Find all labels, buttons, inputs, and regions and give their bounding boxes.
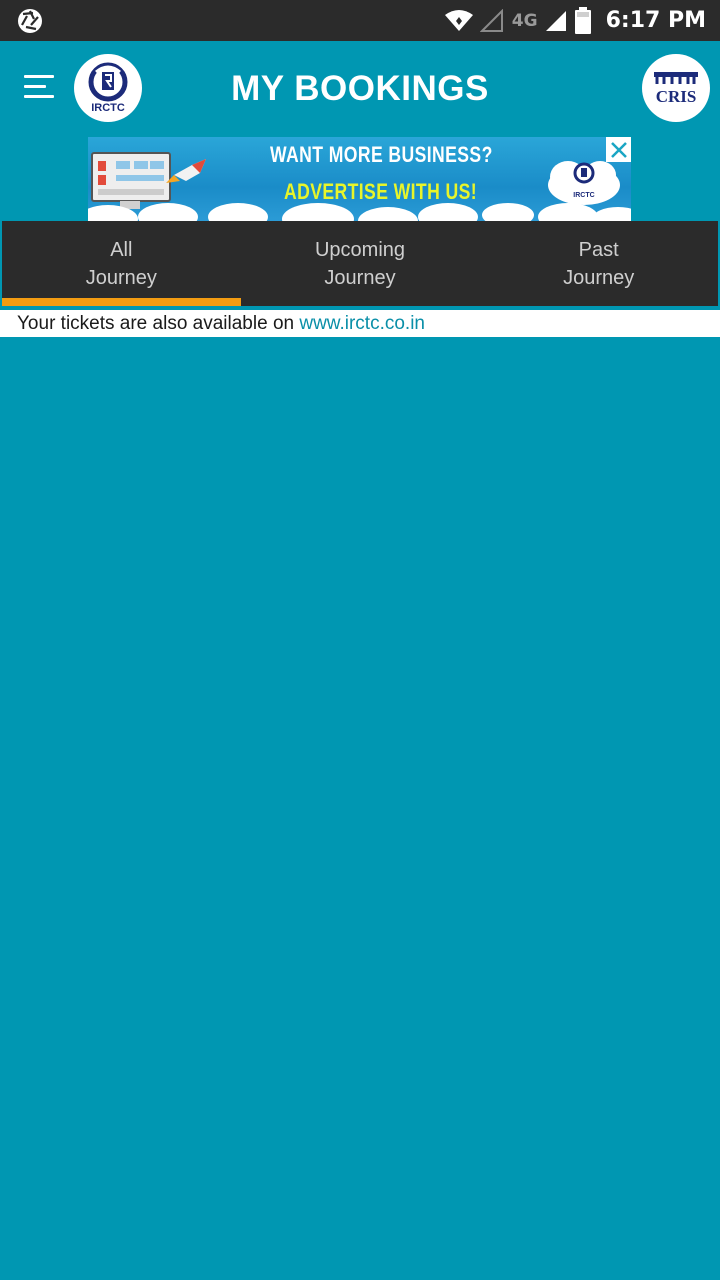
irctc-logo-text: IRCTC (91, 102, 125, 114)
ad-headline: WANT MORE BUSINESS? (270, 142, 493, 167)
cris-logo[interactable]: CRIS (642, 54, 710, 122)
ad-irctc-cloud: IRCTC (548, 161, 620, 205)
ad-close-button[interactable] (606, 137, 631, 162)
page-title: MY BOOKINGS (231, 69, 489, 108)
tab-selected-indicator (2, 298, 241, 306)
close-icon (610, 141, 627, 158)
tab-label-line2: Journey (85, 266, 157, 289)
notice-text: Your tickets are also available on (17, 313, 300, 334)
status-time: 6:17 PM (605, 8, 706, 33)
menu-icon-line (24, 75, 54, 78)
aperture-icon (18, 9, 42, 33)
tab-all-journey[interactable]: All Journey (2, 221, 241, 306)
tab-past-journey[interactable]: Past Journey (479, 221, 718, 306)
tickets-notice: Your tickets are also available on www.i… (0, 310, 720, 337)
tab-label-line1: Past (578, 238, 619, 261)
cris-logo-text: CRIS (656, 87, 697, 106)
ad-logo-text: IRCTC (573, 192, 594, 199)
tab-label-line2: Journey (324, 266, 396, 289)
status-bar: 4G 6:17 PM (0, 0, 720, 41)
irctc-logo[interactable]: IRCTC (74, 54, 142, 122)
ad-banner[interactable]: IRCTC WANT MORE BUSINESS? ADVERTISE WITH… (88, 137, 631, 221)
irctc-website-link[interactable]: www.irctc.co.in (299, 313, 425, 334)
network-type: 4G (511, 10, 538, 31)
signal-icon (544, 9, 568, 33)
tab-label-line1: Upcoming (314, 238, 406, 261)
clouds (88, 203, 631, 221)
tab-label-line2: Journey (563, 266, 635, 289)
menu-button[interactable] (24, 75, 58, 101)
menu-icon-line (24, 95, 54, 98)
tab-label-line1: All (110, 238, 133, 261)
signal-empty-icon (479, 8, 504, 33)
journey-tabs: All Journey Upcoming Journey Past Journe… (2, 221, 718, 306)
bookings-list (0, 337, 720, 1280)
menu-icon-line (24, 85, 46, 88)
ad-subheadline: ADVERTISE WITH US! (284, 179, 477, 204)
app-bar: IRCTC MY BOOKINGS CRIS (0, 41, 720, 137)
tab-upcoming-journey[interactable]: Upcoming Journey (241, 221, 480, 306)
battery-icon (574, 6, 592, 35)
monitor-icon (91, 152, 171, 209)
rocket-icon (166, 159, 206, 183)
wifi-icon (444, 9, 474, 33)
status-icons: 4G 6:17 PM (438, 0, 706, 41)
